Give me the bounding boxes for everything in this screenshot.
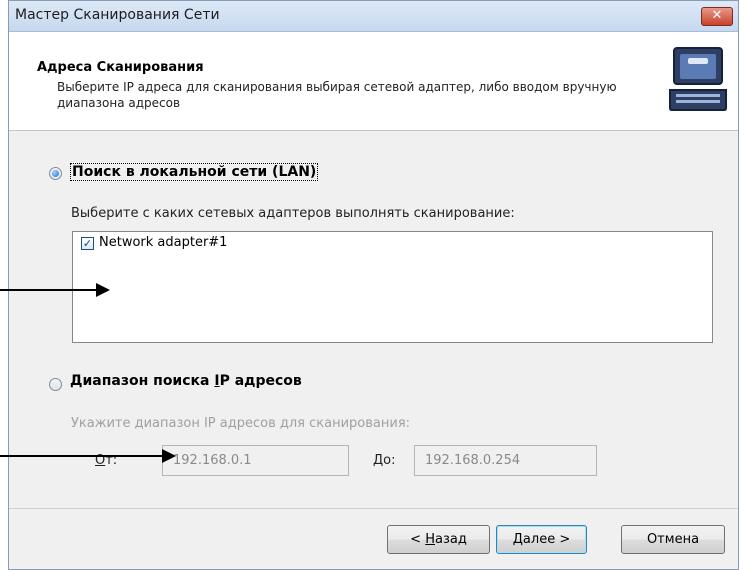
adapter-list[interactable]: ✓ Network adapter#1	[72, 231, 713, 343]
window-title: Мастер Сканирования Сети	[15, 7, 220, 23]
wizard-window: Мастер Сканирования Сети ✕ Адреса Сканир…	[8, 0, 739, 570]
close-button[interactable]: ✕	[701, 7, 733, 26]
laptop-icon	[669, 47, 727, 111]
to-ip-input[interactable]: 192.168.0.254	[414, 445, 597, 476]
annotation-arrow-head	[96, 283, 110, 297]
range-prompt: Укажите диапазон IP адресов для сканиров…	[71, 416, 411, 431]
page-title: Адреса Сканирования	[37, 60, 204, 75]
footer-divider	[9, 508, 738, 509]
back-label: азад	[434, 532, 467, 547]
next-mnemonic: Д	[512, 532, 523, 547]
from-ip-input[interactable]: 192.168.0.1	[162, 445, 349, 476]
to-label-mnemonic: Д	[373, 453, 384, 468]
annotation-arrow-head	[162, 449, 176, 463]
range-radio-label[interactable]: Диапазон поиска IP адресов	[70, 373, 302, 389]
to-label: До:	[373, 453, 396, 468]
adapter-checkbox[interactable]: ✓	[81, 237, 94, 250]
title-bar[interactable]: Мастер Сканирования Сети ✕	[9, 1, 738, 32]
next-label: алее >	[522, 532, 571, 547]
adapter-label[interactable]: Network adapter#1	[99, 235, 227, 250]
annotation-arrow-line	[0, 455, 162, 457]
adapter-prompt: Выберите с каких сетевых адаптеров выпол…	[71, 206, 515, 221]
range-label-part: P адресов	[219, 373, 302, 389]
wizard-header: Адреса Сканирования Выберите IP адреса д…	[9, 32, 738, 131]
back-mnemonic: Н	[425, 532, 435, 547]
range-label-part: Диапазон поиска	[70, 373, 215, 389]
range-radio[interactable]	[49, 378, 62, 391]
page-subtitle: Выберите IP адреса для сканирования выби…	[57, 80, 617, 110]
to-label-rest: о:	[383, 453, 396, 468]
next-button[interactable]: Далее >	[496, 525, 587, 554]
back-prefix: <	[410, 532, 426, 547]
lan-radio-label[interactable]: Поиск в локальной сети (LAN)	[70, 163, 319, 181]
annotation-arrow-line	[0, 289, 96, 291]
cancel-button[interactable]: Отмена	[621, 525, 725, 554]
lan-radio[interactable]	[49, 167, 62, 180]
close-icon: ✕	[711, 8, 723, 23]
back-button[interactable]: < Назад	[387, 525, 490, 554]
